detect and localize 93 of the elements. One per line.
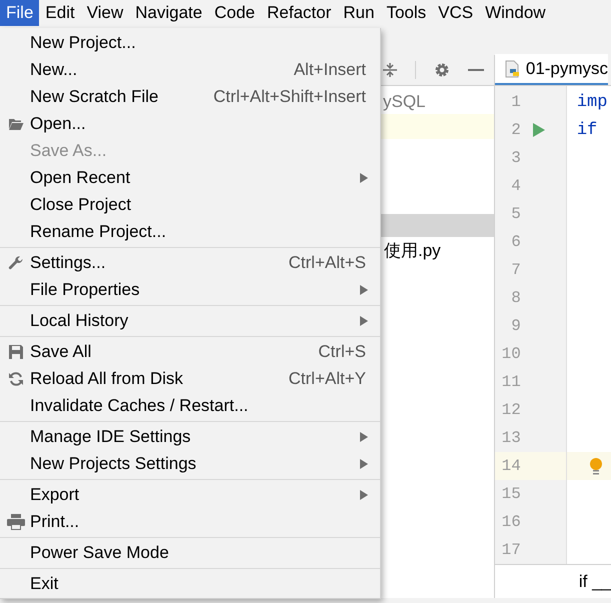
menu-item[interactable]: Save All Ctrl+S: [0, 338, 380, 365]
tree-item[interactable]: 使用.py: [381, 237, 494, 264]
submenu-arrow-icon: [360, 490, 368, 500]
menu-item-label: Open Recent: [30, 166, 130, 189]
menu-item[interactable]: Power Save Mode: [0, 539, 380, 566]
submenu-arrow-icon: [360, 284, 368, 294]
menu-item-label: Print...: [30, 510, 80, 533]
shortcut-text: Ctrl+S: [318, 340, 366, 363]
menu-item[interactable]: New Scratch File Ctrl+Alt+Shift+Insert: [0, 83, 380, 110]
breadcrumb-item[interactable]: if __: [578, 569, 611, 595]
line-number: 13: [500, 428, 521, 450]
menu-item[interactable]: New Project...: [0, 29, 380, 56]
menu-bar-item[interactable]: Run: [337, 0, 380, 26]
line-number: 14: [500, 456, 521, 478]
python-file-icon: [504, 60, 521, 78]
menu-bar-item[interactable]: Edit: [39, 0, 81, 26]
folder-icon: [8, 116, 24, 130]
code-text: if: [576, 120, 598, 142]
line-number: 8: [510, 288, 521, 310]
menu-item[interactable]: Settings... Ctrl+Alt+S: [0, 249, 380, 276]
menu-item[interactable]: Exit: [0, 570, 380, 597]
line-number: 2: [510, 120, 521, 142]
menu-item-label: File Properties: [30, 278, 140, 301]
shortcut-text: Ctrl+Alt+Y: [288, 368, 366, 390]
menu-item[interactable]: Open Recent: [0, 164, 380, 191]
menu-item[interactable]: Reload All from Disk Ctrl+Alt+Y: [0, 365, 380, 392]
menu-item[interactable]: Open...: [0, 110, 380, 137]
menu-item[interactable]: Rename Project...: [0, 218, 380, 245]
lightbulb-icon[interactable]: [588, 457, 603, 476]
menu-item[interactable]: Local History: [0, 307, 380, 334]
menu-item[interactable]: Print...: [0, 508, 380, 535]
menu-item[interactable]: Manage IDE Settings: [0, 423, 380, 450]
submenu-arrow-icon: [360, 432, 368, 442]
menu-bar-item[interactable]: Refactor: [261, 0, 338, 26]
line-number: 15: [500, 484, 521, 506]
line-number: 10: [500, 344, 521, 366]
settings-icon[interactable]: [434, 62, 450, 78]
menu-item[interactable]: Invalidate Caches / Restart...: [0, 392, 380, 419]
menu-item-label: Power Save Mode: [30, 542, 169, 564]
line-number: 12: [500, 400, 521, 422]
menu-bar-item[interactable]: Window: [479, 0, 552, 26]
shortcut-text: Ctrl+Alt+S: [288, 252, 366, 274]
menu-item-label: Invalidate Caches / Restart...: [30, 394, 248, 417]
menu-bar-item[interactable]: VCS: [432, 0, 480, 26]
menu-item[interactable]: New Projects Settings: [0, 450, 380, 477]
menu-bar-item[interactable]: File: [0, 0, 40, 26]
menu-item-label: Export: [30, 484, 80, 506]
save-icon: [8, 344, 24, 360]
wrench-icon: [8, 254, 24, 270]
menu-item-label: New Project...: [30, 32, 136, 54]
line-number: 1: [510, 92, 521, 114]
menu-item-label: Manage IDE Settings: [30, 426, 191, 448]
line-number: 4: [510, 176, 521, 198]
menu-item-label: New Scratch File: [30, 86, 158, 108]
line-number: 11: [500, 372, 521, 394]
reload-icon: [8, 370, 24, 386]
menu-bar-item[interactable]: Code: [208, 0, 261, 26]
menu-item-label: Exit: [30, 572, 58, 595]
tree-item[interactable]: ySQL: [381, 89, 494, 114]
printer-icon: [7, 514, 25, 530]
menu-bar-item[interactable]: Navigate: [129, 0, 208, 26]
menu-item-label: Settings...: [30, 252, 106, 274]
menu-item-label: New Projects Settings: [30, 452, 196, 475]
shortcut-text: Ctrl+Alt+Shift+Insert: [213, 86, 366, 108]
line-number: 16: [500, 512, 521, 534]
menu-bar-item[interactable]: Tools: [380, 0, 432, 26]
collapse-icon[interactable]: [382, 63, 397, 78]
submenu-arrow-icon: [360, 316, 368, 326]
menu-item-label: Rename Project...: [30, 220, 166, 243]
menu-item-label: Open...: [30, 112, 86, 135]
run-icon[interactable]: [532, 123, 545, 138]
line-number: 7: [510, 260, 521, 282]
submenu-arrow-icon: [360, 458, 368, 468]
line-number: 3: [510, 148, 521, 170]
editor-tab[interactable]: 01-pymysc: [494, 54, 608, 86]
line-number: 17: [500, 540, 521, 562]
menu-item[interactable]: New... Alt+Insert: [0, 56, 380, 83]
code-text: imp: [576, 92, 608, 114]
menu-item-label: Local History: [30, 310, 128, 332]
menu-item-label: Save All: [30, 340, 92, 363]
menu-item-label: Reload All from Disk: [30, 368, 184, 390]
menu-bar-item[interactable]: View: [80, 0, 130, 26]
menu-item[interactable]: Export: [0, 481, 380, 508]
menu-item[interactable]: File Properties: [0, 276, 380, 303]
menu-item-label: Close Project: [30, 194, 132, 216]
menu-item-label: New...: [30, 58, 78, 81]
line-number: 6: [510, 232, 521, 254]
menu-item-label: Save As...: [30, 140, 107, 162]
line-number: 9: [510, 316, 521, 338]
submenu-arrow-icon: [360, 172, 368, 182]
shortcut-text: Alt+Insert: [294, 58, 366, 81]
line-number: 5: [510, 204, 521, 226]
menu-item[interactable]: Close Project: [0, 191, 380, 218]
